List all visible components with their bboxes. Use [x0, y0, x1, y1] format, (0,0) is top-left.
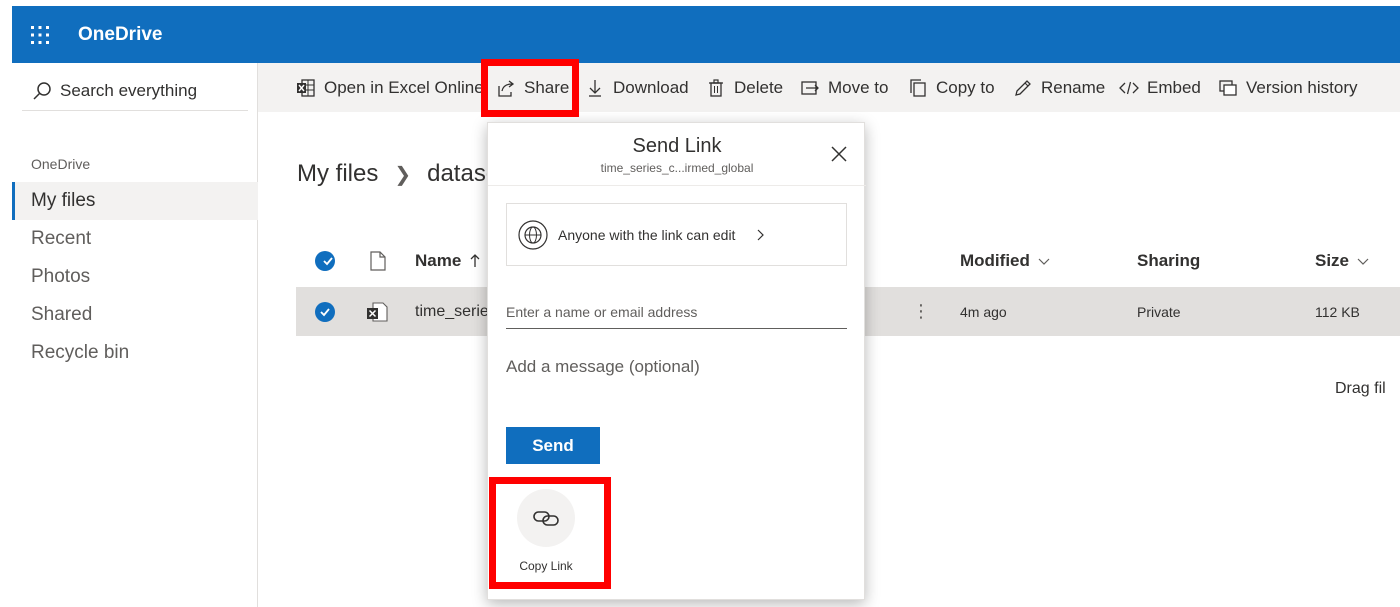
- delete-button[interactable]: Delete: [706, 63, 783, 112]
- excel-file-icon: [366, 287, 388, 336]
- trash-icon: [709, 78, 723, 97]
- dialog-divider: [488, 185, 866, 186]
- column-size-label: Size: [1315, 251, 1350, 270]
- send-link-dialog: Send Link time_series_c...irmed_global A…: [487, 122, 866, 600]
- column-modified-label: Modified: [960, 251, 1030, 270]
- embed-label: Embed: [1147, 77, 1201, 97]
- excel-icon: [297, 78, 315, 97]
- download-button[interactable]: Download: [585, 63, 689, 112]
- sidebar-item-recent[interactable]: Recent: [12, 220, 258, 258]
- chevron-down-icon: [1357, 258, 1369, 265]
- chevron-right-icon: ❯: [394, 163, 412, 186]
- version-history-icon: [1219, 79, 1237, 96]
- dialog-subtitle: time_series_c...irmed_global: [600, 161, 754, 175]
- copy-link-label: Copy Link: [519, 559, 573, 573]
- sidebar-item-shared[interactable]: Shared: [12, 296, 258, 334]
- globe-icon: [518, 219, 548, 250]
- sidebar-item-label: Recycle bin: [31, 342, 130, 363]
- checkmark-icon: [315, 251, 335, 271]
- breadcrumb: My files ❯ dataso: [297, 160, 499, 188]
- rename-label: Rename: [1041, 77, 1106, 97]
- move-to-label: Move to: [828, 77, 889, 97]
- select-all-checkbox[interactable]: [315, 244, 335, 278]
- file-modified: 4m ago: [960, 303, 1007, 320]
- permission-label: Anyone with the link can edit: [558, 226, 736, 243]
- more-options-icon[interactable]: ⋮: [912, 287, 930, 336]
- search-placeholder: Search everything: [60, 80, 198, 100]
- link-icon: [533, 511, 559, 526]
- open-excel-label: Open in Excel Online: [324, 77, 484, 97]
- file-sharing[interactable]: Private: [1137, 287, 1181, 336]
- copy-to-button[interactable]: Copy to: [908, 63, 995, 112]
- chevron-right-icon: [758, 229, 765, 240]
- breadcrumb-root[interactable]: My files: [297, 160, 378, 188]
- copy-link-button[interactable]: Copy Link: [506, 486, 606, 586]
- nav-heading: OneDrive: [31, 156, 91, 172]
- copy-link-circle: [517, 489, 575, 547]
- message-field[interactable]: Add a message (optional): [506, 357, 700, 377]
- column-sharing-label: Sharing: [1137, 251, 1201, 270]
- sidebar-item-label: Shared: [31, 304, 93, 325]
- column-header-sharing[interactable]: Sharing: [1137, 244, 1200, 278]
- app-brand[interactable]: OneDrive: [78, 24, 162, 46]
- sidebar-item-my-files[interactable]: My files: [12, 182, 258, 220]
- search-icon: [33, 81, 51, 100]
- sidebar-item-label: Recent: [31, 228, 92, 249]
- top-bar: OneDrive: [12, 6, 1400, 63]
- code-icon: [1119, 81, 1139, 94]
- sidebar-item-label: My files: [31, 190, 96, 211]
- column-header-modified[interactable]: Modified: [960, 244, 1052, 278]
- share-label: Share: [524, 77, 570, 97]
- share-button[interactable]: Share: [496, 63, 569, 112]
- close-icon[interactable]: [828, 143, 850, 165]
- chevron-down-icon: [1038, 258, 1050, 265]
- dialog-title: Send Link: [632, 135, 722, 157]
- copy-icon: [910, 78, 926, 97]
- rename-button[interactable]: Rename: [1013, 63, 1105, 112]
- send-button[interactable]: Send: [506, 427, 600, 464]
- move-icon: [801, 80, 819, 95]
- row-checkbox[interactable]: [315, 287, 335, 336]
- app-launcher-button[interactable]: [12, 6, 68, 63]
- move-to-button[interactable]: Move to: [800, 63, 888, 112]
- sidebar-item-recycle-bin[interactable]: Recycle bin: [12, 334, 258, 372]
- document-icon: [370, 251, 386, 271]
- version-history-label: Version history: [1246, 77, 1358, 97]
- share-icon: [498, 79, 515, 97]
- sidebar-item-photos[interactable]: Photos: [12, 258, 258, 296]
- sidebar-item-label: Photos: [31, 266, 91, 287]
- link-permission-selector[interactable]: Anyone with the link can edit: [506, 203, 847, 266]
- version-history-button[interactable]: Version history: [1218, 63, 1358, 112]
- sort-up-arrow-icon: [470, 254, 480, 267]
- column-name-label: Name: [415, 251, 462, 270]
- search-box[interactable]: Search everything: [22, 71, 248, 111]
- file-name[interactable]: time_serie: [415, 287, 489, 336]
- delete-label: Delete: [734, 77, 784, 97]
- embed-button[interactable]: Embed: [1119, 63, 1201, 112]
- drag-files-hint: Drag fil: [1335, 380, 1386, 397]
- file-size: 112 KB: [1315, 303, 1360, 320]
- left-nav: Search everything OneDrive My files Rece…: [12, 63, 258, 607]
- email-field[interactable]: [506, 295, 847, 329]
- waffle-icon: [31, 25, 49, 44]
- download-label: Download: [613, 77, 689, 97]
- column-header-size[interactable]: Size: [1315, 244, 1371, 278]
- copy-to-label: Copy to: [936, 77, 995, 97]
- pencil-icon: [1015, 79, 1031, 96]
- file-type-header: [370, 244, 386, 278]
- command-bar: Open in Excel Online Share Download Dele…: [258, 63, 1400, 112]
- open-excel-button[interactable]: Open in Excel Online: [296, 63, 484, 112]
- column-header-name[interactable]: Name: [415, 244, 483, 278]
- download-icon: [589, 79, 601, 97]
- checkmark-icon: [315, 301, 335, 322]
